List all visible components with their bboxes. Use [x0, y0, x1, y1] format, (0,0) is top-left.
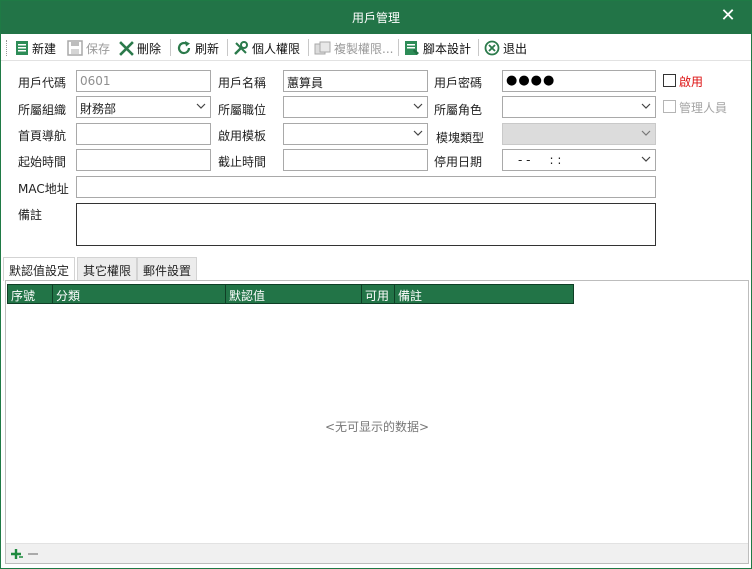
user-code-label: 用戶代碼: [18, 76, 67, 90]
refresh-button-label: 刷新: [195, 41, 220, 56]
template-label: 啟用模板: [218, 129, 267, 143]
new-button-label: 新建: [32, 41, 57, 56]
toolbar: 新建 保存 刪除 刷新 個人權限 複製權限... 腳本設計 退出: [1, 34, 751, 61]
add-row-icon[interactable]: [10, 547, 24, 561]
new-document-icon: [16, 41, 28, 55]
tab-default-settings[interactable]: 默認值設定: [3, 257, 76, 281]
org-select-value: 財務部: [80, 102, 117, 116]
grid-empty-message: <无可显示的数据>: [324, 420, 430, 434]
chevron-down-icon: [196, 103, 206, 109]
delete-button-label: 刪除: [137, 41, 162, 56]
end-time-label: 截止時間: [218, 155, 267, 169]
user-name-label: 用戶名稱: [218, 76, 267, 90]
remark-label: 備註: [18, 208, 43, 222]
delete-button[interactable]: 刪除: [119, 38, 161, 58]
org-label: 所屬組織: [18, 103, 67, 117]
module-type-label: 模塊類型: [436, 131, 485, 145]
home-nav-label: 首頁導航: [18, 129, 67, 143]
personal-permission-label: 個人權限: [252, 41, 301, 56]
exit-circle-x-icon: [484, 40, 500, 56]
copy-permission-label: 複製權限...: [334, 41, 394, 56]
user-password-field[interactable]: ●●●●: [502, 70, 656, 92]
column-header-default-value[interactable]: 默認值: [226, 285, 362, 303]
position-label: 所屬職位: [218, 103, 267, 117]
chevron-down-icon: [641, 130, 651, 136]
tools-icon: [234, 41, 248, 55]
column-header-category[interactable]: 分類: [53, 285, 226, 303]
role-label: 所屬角色: [434, 103, 483, 117]
chevron-down-icon: [641, 156, 651, 162]
column-header-remark[interactable]: 備註: [395, 285, 573, 303]
admin-checkbox[interactable]: [663, 100, 676, 113]
refresh-icon: [177, 41, 191, 55]
toolbar-separator: [308, 39, 309, 56]
toolbar-grip: [6, 40, 9, 56]
start-time-label: 起始時間: [18, 155, 67, 169]
role-select[interactable]: [502, 96, 656, 118]
user-code-field[interactable]: 0601: [76, 70, 211, 92]
start-time-field[interactable]: [76, 149, 211, 171]
org-select[interactable]: 財務部: [76, 96, 211, 118]
disable-date-value: - - : :: [518, 153, 562, 167]
disable-date-picker[interactable]: - - : :: [502, 149, 656, 171]
close-icon[interactable]: ✕: [719, 7, 737, 25]
column-header-index[interactable]: 序號: [8, 285, 53, 303]
title-bar: 用戶管理 ✕: [1, 1, 751, 34]
save-button[interactable]: 保存: [67, 38, 110, 58]
copy-icon: [314, 41, 331, 54]
remove-row-icon[interactable]: [26, 547, 40, 561]
home-nav-field[interactable]: [76, 123, 211, 145]
toolbar-separator: [398, 39, 399, 56]
disable-date-label: 停用日期: [434, 155, 483, 169]
window-title: 用戶管理: [351, 11, 400, 25]
column-header-available[interactable]: 可用: [362, 285, 395, 303]
remark-textarea[interactable]: [76, 203, 656, 246]
tab-mail-settings[interactable]: 郵件設置: [137, 257, 198, 280]
toolbar-separator: [227, 39, 228, 56]
save-icon: [67, 40, 83, 56]
enabled-checkbox[interactable]: [663, 74, 676, 87]
position-select[interactable]: [283, 96, 428, 118]
user-name-field[interactable]: 蕙算員: [283, 70, 428, 92]
mac-label: MAC地址: [18, 182, 69, 196]
chevron-down-icon: [413, 103, 423, 109]
new-button[interactable]: 新建: [15, 38, 56, 58]
refresh-button[interactable]: 刷新: [176, 38, 219, 58]
admin-label: 管理人員: [679, 101, 728, 115]
exit-button-label: 退出: [503, 41, 528, 56]
script-design-button[interactable]: 腳本設計: [404, 38, 471, 58]
toolbar-separator: [170, 39, 171, 56]
grid-footer: [6, 543, 748, 563]
toolbar-separator: [478, 39, 479, 56]
mac-field[interactable]: [76, 176, 656, 198]
tab-other-permissions[interactable]: 其它權限: [77, 257, 138, 280]
module-type-select[interactable]: [502, 123, 656, 145]
user-password-label: 用戶密碼: [434, 76, 483, 90]
exit-button[interactable]: 退出: [484, 38, 527, 58]
template-select[interactable]: [283, 123, 428, 145]
script-design-label: 腳本設計: [423, 41, 472, 56]
save-button-label: 保存: [86, 41, 111, 56]
copy-permission-button[interactable]: 複製權限...: [314, 38, 393, 58]
chevron-down-icon: [413, 130, 423, 136]
defaults-grid: 序號 分類 默認值 可用 備註 <无可显示的数据>: [5, 280, 749, 564]
chevron-down-icon: [641, 103, 651, 109]
end-time-field[interactable]: [283, 149, 428, 171]
enabled-label: 啟用: [679, 75, 704, 89]
personal-permission-button[interactable]: 個人權限: [233, 38, 300, 58]
grid-header: 序號 分類 默認值 可用 備註: [7, 284, 574, 304]
script-document-icon: [405, 41, 419, 55]
delete-x-icon: [119, 40, 134, 56]
user-management-window: 用戶管理 ✕ 新建 保存 刪除 刷新 個人權限 複製權限... 腳本設計 退出 …: [0, 0, 752, 569]
